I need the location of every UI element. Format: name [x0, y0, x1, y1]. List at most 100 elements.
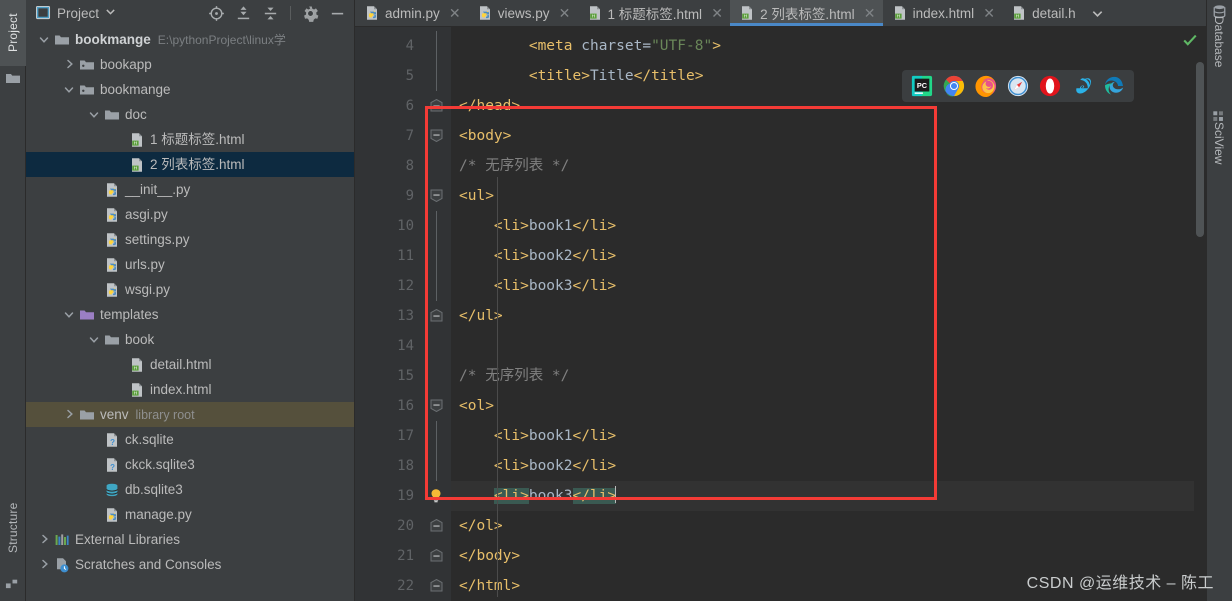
code-line[interactable]: </ol> [451, 511, 1206, 541]
fold-end-icon[interactable] [430, 98, 443, 112]
chevron-down-icon[interactable] [63, 83, 76, 96]
tab-list-chevron-down-icon[interactable] [1083, 0, 1112, 26]
tree-item-manage-py[interactable]: manage.py [26, 502, 354, 527]
tree-item-scratches-and-consoles[interactable]: Scratches and Consoles [26, 552, 354, 577]
editor-tab-views-py[interactable]: views.py ✕ [468, 0, 578, 26]
chevron-down-icon[interactable] [63, 308, 76, 321]
fold-end-icon[interactable] [430, 518, 443, 532]
fold-start-icon[interactable] [430, 129, 443, 143]
fold-cell[interactable] [423, 541, 451, 571]
tree-item-wsgi-py[interactable]: wsgi.py [26, 277, 354, 302]
project-file-tree[interactable]: bookmange E:\pythonProject\linux学 bookapp b… [26, 26, 354, 601]
code-line[interactable]: </ul> [451, 301, 1206, 331]
chevron-down-icon[interactable] [88, 333, 101, 346]
tree-item-2-列表标签-html[interactable]: H 2 列表标签.html [26, 152, 354, 177]
chevron-right-icon[interactable] [63, 58, 76, 71]
tree-item-external-libraries[interactable]: External Libraries [26, 527, 354, 552]
fold-cell[interactable] [423, 571, 451, 601]
fold-start-icon[interactable] [430, 399, 443, 413]
gear-icon[interactable] [300, 3, 321, 23]
fold-end-icon[interactable] [430, 548, 443, 562]
tool-window-tab-database[interactable]: Database [1206, 4, 1232, 80]
pycharm-preview-icon[interactable]: PC [911, 75, 933, 97]
tool-window-tab-project[interactable]: Project [0, 0, 26, 66]
fold-cell[interactable] [423, 301, 451, 331]
internet-explorer-icon[interactable]: e [1071, 75, 1093, 97]
tree-item-detail-html[interactable]: Hdetail.html [26, 352, 354, 377]
tree-item-bookmange[interactable]: bookmange E:\pythonProject\linux学 [26, 27, 354, 52]
editor-tab-detail-h[interactable]: Hdetail.h [1002, 0, 1083, 26]
code-line[interactable]: <li>book2</li> [451, 451, 1206, 481]
fold-cell[interactable] [423, 211, 451, 241]
tree-item-__init__-py[interactable]: __init__.py [26, 177, 354, 202]
fold-cell[interactable] [423, 481, 451, 511]
fold-cell[interactable] [423, 511, 451, 541]
close-icon[interactable]: ✕ [864, 6, 876, 20]
tree-item-ckck-sqlite3[interactable]: ? ckck.sqlite3 [26, 452, 354, 477]
editor-scrollbar-thumb[interactable] [1196, 62, 1204, 237]
fold-cell[interactable] [423, 391, 451, 421]
code-line[interactable]: <li>book3</li> [451, 481, 1206, 511]
editor-vertical-scrollbar[interactable] [1194, 54, 1206, 601]
firefox-icon[interactable] [975, 75, 997, 97]
tree-item-bookmange[interactable]: bookmange [26, 77, 354, 102]
close-icon[interactable]: ✕ [983, 6, 995, 20]
tool-window-tab-sciview[interactable]: SciView [1206, 110, 1232, 176]
code-folding-gutter[interactable] [423, 27, 451, 601]
fold-start-icon[interactable] [430, 189, 443, 203]
minimize-icon[interactable] [327, 3, 348, 23]
fold-cell[interactable] [423, 91, 451, 121]
intention-bulb-icon[interactable] [427, 487, 445, 505]
code-line[interactable]: <li>book2</li> [451, 241, 1206, 271]
chrome-icon[interactable] [943, 75, 965, 97]
fold-cell[interactable] [423, 181, 451, 211]
fold-cell[interactable] [423, 271, 451, 301]
code-line[interactable]: <body> [451, 121, 1206, 151]
editor-tab-index-html[interactable]: Hindex.html ✕ [883, 0, 1003, 26]
fold-end-icon[interactable] [430, 308, 443, 322]
code-line[interactable]: <li>book1</li> [451, 211, 1206, 241]
fold-cell[interactable] [423, 61, 451, 91]
fold-cell[interactable] [423, 331, 451, 361]
close-icon[interactable]: ✕ [449, 6, 461, 20]
fold-cell[interactable] [423, 31, 451, 61]
code-line[interactable] [451, 331, 1206, 361]
code-line[interactable]: <li>book1</li> [451, 421, 1206, 451]
safari-icon[interactable] [1007, 75, 1029, 97]
tool-window-tab-structure[interactable]: Structure [0, 485, 26, 571]
fold-end-icon[interactable] [430, 578, 443, 592]
expand-all-icon[interactable] [233, 3, 254, 23]
fold-cell[interactable] [423, 361, 451, 391]
editor-tab-admin-py[interactable]: admin.py ✕ [355, 0, 468, 26]
locate-icon[interactable] [206, 3, 227, 23]
fold-cell[interactable] [423, 151, 451, 181]
chevron-down-icon[interactable] [38, 33, 51, 46]
editor-tab-2-列表标签-html[interactable]: H 2 列表标签.html ✕ [730, 0, 883, 26]
editor-tab-bar[interactable]: admin.py ✕ views.py ✕ H 1 标题标签.html ✕ H 2 列表标签.h… [355, 0, 1206, 27]
tree-item-bookapp[interactable]: bookapp [26, 52, 354, 77]
fold-cell[interactable] [423, 121, 451, 151]
chevron-right-icon[interactable] [38, 558, 51, 571]
chevron-down-icon[interactable] [88, 108, 101, 121]
code-line[interactable]: /* 无序列表 */ [451, 361, 1206, 391]
tree-item-index-html[interactable]: Hindex.html [26, 377, 354, 402]
tree-item-settings-py[interactable]: settings.py [26, 227, 354, 252]
browser-preview-toolbar[interactable]: PC e [902, 70, 1134, 102]
chevron-right-icon[interactable] [38, 533, 51, 546]
code-editor[interactable]: 4 5 6 7 8 9 10 11 12 13 14 15 16 17 18 19 20 21 22 <meta c… [355, 27, 1206, 601]
code-line[interactable]: <li>book3</li> [451, 271, 1206, 301]
tree-item-venv[interactable]: venv library root [26, 402, 354, 427]
close-icon[interactable]: ✕ [711, 6, 723, 20]
edge-icon[interactable] [1103, 75, 1125, 97]
fold-cell[interactable] [423, 241, 451, 271]
code-line[interactable]: /* 无序列表 */ [451, 151, 1206, 181]
collapse-all-icon[interactable] [260, 3, 281, 23]
tree-item-book[interactable]: book [26, 327, 354, 352]
editor-tab-1-标题标签-html[interactable]: H 1 标题标签.html ✕ [578, 0, 731, 26]
project-panel-dropdown-icon[interactable] [105, 4, 116, 22]
tree-item-urls-py[interactable]: urls.py [26, 252, 354, 277]
fold-cell[interactable] [423, 451, 451, 481]
tree-item-templates[interactable]: templates [26, 302, 354, 327]
fold-cell[interactable] [423, 421, 451, 451]
tree-item-doc[interactable]: doc [26, 102, 354, 127]
